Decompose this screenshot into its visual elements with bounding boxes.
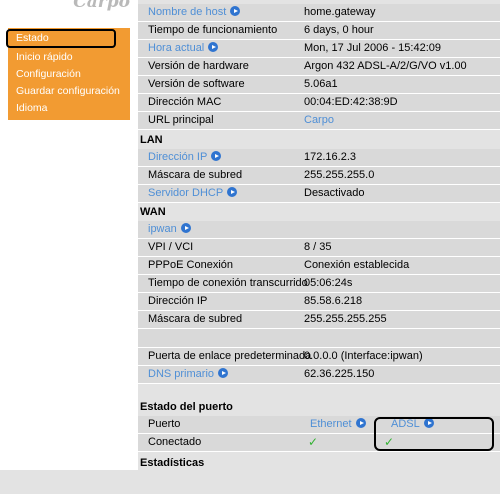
mac-value: 00:04:ED:42:38:9D — [304, 96, 398, 108]
arrow-icon — [211, 151, 222, 161]
row-dhcp: Servidor DHCP Desactivado — [138, 185, 500, 203]
hw-value: Argon 432 ADSL-A/2/G/VO v1.00 — [304, 60, 467, 72]
pppoe-label: PPPoE Conexión — [148, 259, 233, 271]
lan-ip-link[interactable]: Dirección IP — [148, 149, 222, 166]
wan-ip-value: 85.58.6.218 — [304, 295, 363, 307]
lan-ip-value: 172.16.2.3 — [304, 151, 356, 163]
sidebar-item-estado[interactable]: Estado — [6, 29, 116, 48]
gateway-label: Puerta de enlace predeterminada — [148, 350, 312, 362]
wan-ip-label: Dirección IP — [148, 295, 208, 307]
sw-value: 5.06a1 — [304, 78, 338, 90]
vpivci-value: 8 / 35 — [304, 241, 332, 253]
hostname-value: home.gateway — [304, 6, 376, 18]
uptime-label: Tiempo de funcionamiento — [148, 24, 278, 36]
hostname-link[interactable]: Nombre de host — [148, 4, 241, 21]
row-wan-ip: Dirección IP 85.58.6.218 — [138, 293, 500, 311]
row-wan-mask: Máscara de subred 255.255.255.255 — [138, 311, 500, 329]
uptime-value: 6 days, 0 hour — [304, 24, 374, 36]
row-pppoe: PPPoE Conexión Conexión establecida — [138, 257, 500, 275]
arrow-icon — [218, 368, 229, 378]
conn-time-label: Tiempo de conexión transcurrido — [148, 277, 308, 289]
sidebar-item-guardar-configuracion[interactable]: Guardar configuración — [8, 83, 130, 100]
url-label: URL principal — [148, 114, 214, 126]
row-spacer — [138, 329, 500, 348]
section-lan: LAN — [138, 133, 500, 148]
time-link[interactable]: Hora actual — [148, 40, 219, 57]
dhcp-value: Desactivado — [304, 187, 365, 199]
gateway-value: 0.0.0.0 (Interface:ipwan) — [304, 350, 423, 362]
arrow-icon — [180, 223, 191, 233]
row-sw: Versión de software 5.06a1 — [138, 76, 500, 94]
ethernet-check-icon: ✓ — [308, 435, 319, 449]
section-wan: WAN — [138, 205, 500, 220]
row-gateway: Puerta de enlace predeterminada 0.0.0.0 … — [138, 348, 500, 366]
dhcp-link[interactable]: Servidor DHCP — [148, 185, 238, 202]
sidebar-item-inicio-rapido[interactable]: Inicio rápido — [8, 49, 130, 66]
connected-label: Conectado — [148, 436, 202, 448]
wan-mask-label: Máscara de subred — [148, 313, 243, 325]
hw-label: Versión de hardware — [148, 60, 249, 72]
row-hw: Versión de hardware Argon 432 ADSL-A/2/G… — [138, 58, 500, 76]
ipwan-link[interactable]: ipwan — [148, 221, 191, 238]
row-vpivci: VPI / VCI 8 / 35 — [138, 239, 500, 257]
time-value: Mon, 17 Jul 2006 - 15:42:09 — [304, 42, 441, 54]
row-lan-mask: Máscara de subred 255.255.255.0 — [138, 167, 500, 185]
bottom-band — [0, 470, 500, 494]
arrow-icon — [208, 42, 219, 52]
sidebar-nav: Estado Inicio rápido Configuración Guard… — [6, 28, 130, 120]
dns-value: 62.36.225.150 — [304, 368, 375, 380]
dns-link[interactable]: DNS primario — [148, 366, 229, 383]
adsl-highlight-box — [374, 417, 494, 451]
sw-label: Versión de software — [148, 78, 245, 90]
row-uptime: Tiempo de funcionamiento 6 days, 0 hour — [138, 22, 500, 40]
ethernet-link[interactable]: Ethernet — [310, 416, 366, 433]
arrow-icon — [355, 418, 366, 428]
wan-mask-value: 255.255.255.255 — [304, 313, 387, 325]
port-label: Puerto — [148, 418, 181, 430]
lan-mask-value: 255.255.255.0 — [304, 169, 375, 181]
mac-label: Dirección MAC — [148, 96, 222, 108]
row-dns: DNS primario 62.36.225.150 — [138, 366, 500, 384]
sidebar-item-idioma[interactable]: Idioma — [8, 100, 130, 117]
section-stats: Estadísticas — [138, 456, 500, 471]
row-hostname: Nombre de host home.gateway — [138, 4, 500, 22]
section-port-status: Estado del puerto — [138, 400, 500, 415]
arrow-icon — [227, 187, 238, 197]
row-wan-iface: ipwan — [138, 221, 500, 239]
row-lan-ip: Dirección IP 172.16.2.3 — [138, 149, 500, 167]
conn-time-value: 05:06:24s — [304, 277, 353, 289]
row-mac: Dirección MAC 00:04:ED:42:38:9D — [138, 94, 500, 112]
row-url: URL principal Carpo — [138, 112, 500, 130]
lan-mask-label: Máscara de subred — [148, 169, 243, 181]
url-link[interactable]: Carpo — [304, 112, 334, 129]
brand-logo: Carpo — [73, 0, 130, 12]
pppoe-value: Conexión establecida — [304, 259, 410, 271]
vpivci-label: VPI / VCI — [148, 241, 194, 253]
row-conn-time: Tiempo de conexión transcurrido 05:06:24… — [138, 275, 500, 293]
row-time: Hora actual Mon, 17 Jul 2006 - 15:42:09 — [138, 40, 500, 58]
sidebar-item-configuracion[interactable]: Configuración — [8, 66, 130, 83]
arrow-icon — [230, 6, 241, 16]
